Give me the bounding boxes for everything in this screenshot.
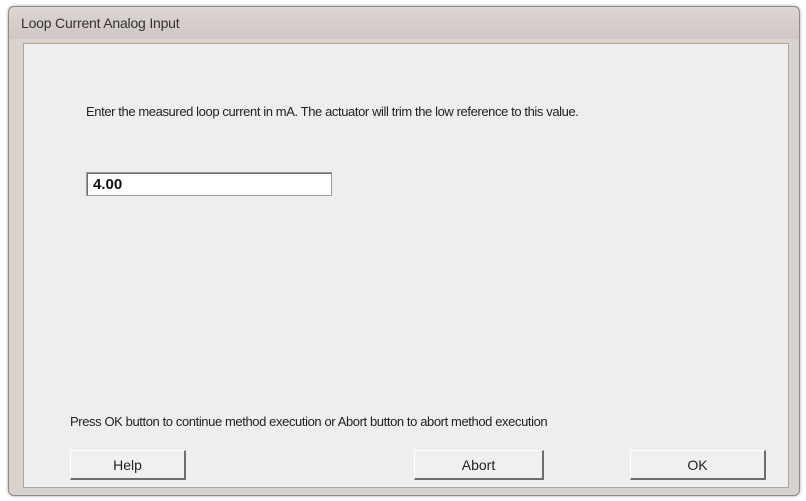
ok-button[interactable]: OK	[630, 450, 766, 480]
help-button[interactable]: Help	[70, 450, 186, 480]
dialog-body: Enter the measured loop current in mA. T…	[23, 43, 789, 488]
abort-button[interactable]: Abort	[414, 450, 544, 480]
instruction-text: Press OK button to continue method execu…	[70, 414, 548, 429]
title-bar[interactable]: Loop Current Analog Input	[9, 7, 799, 39]
loop-current-input[interactable]	[86, 172, 332, 196]
prompt-text: Enter the measured loop current in mA. T…	[86, 104, 579, 119]
window-title: Loop Current Analog Input	[21, 15, 180, 31]
loop-current-dialog: Loop Current Analog Input Enter the meas…	[8, 6, 800, 496]
